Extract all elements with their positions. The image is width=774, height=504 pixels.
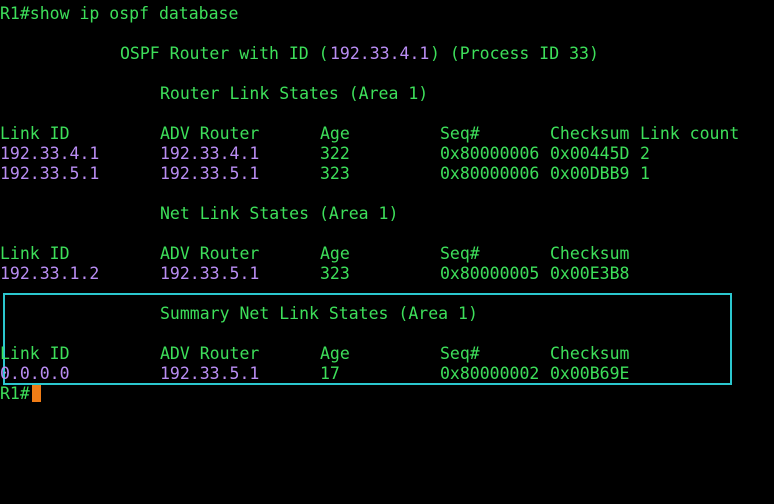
router-section-title: Router Link States (Area 1): [0, 84, 428, 104]
summary-section-title-text: Summary Net Link States (Area 1): [160, 304, 478, 323]
col-link-id: Link ID: [0, 124, 70, 143]
col-seq: Seq#: [440, 244, 480, 263]
cell-age: 323: [320, 164, 350, 183]
header-suffix: ) (Process ID 33): [430, 44, 599, 63]
cell-age: 322: [320, 144, 350, 163]
router-columns-header: Link ID ADV Router Age Seq# Checksum Lin…: [0, 124, 739, 144]
col-age: Age: [320, 344, 350, 363]
cell-seq: 0x80000006: [440, 144, 540, 163]
net-section-title-text: Net Link States (Area 1): [160, 204, 399, 223]
command-text: R1#show ip ospf database: [0, 4, 239, 23]
router-section-title-text: Router Link States (Area 1): [160, 84, 429, 103]
col-age: Age: [320, 124, 350, 143]
cell-adv-router: 192.33.5.1: [160, 264, 260, 283]
summary-columns-header: Link ID ADV Router Age Seq# Checksum: [0, 344, 629, 364]
header-prefix: OSPF Router with ID (: [120, 44, 329, 63]
cell-link-id: 0.0.0.0: [0, 364, 70, 383]
prompt-text: R1#: [0, 384, 30, 403]
cell-seq: 0x80000005: [440, 264, 540, 283]
col-link-id: Link ID: [0, 244, 70, 263]
cell-adv-router: 192.33.4.1: [160, 144, 260, 163]
col-checksum: Checksum: [550, 244, 630, 263]
cell-link-id: 192.33.5.1: [0, 164, 100, 183]
net-columns-header: Link ID ADV Router Age Seq# Checksum: [0, 244, 629, 264]
table-row: 192.33.1.2 192.33.5.1 323 0x80000005 0x0…: [0, 264, 629, 284]
table-row: 192.33.4.1 192.33.4.1 322 0x80000006 0x0…: [0, 144, 650, 164]
col-seq: Seq#: [440, 344, 480, 363]
col-seq: Seq#: [440, 124, 480, 143]
cell-checksum: 0x00445D: [550, 144, 630, 163]
col-adv-router: ADV Router: [160, 344, 260, 363]
terminal-window[interactable]: R1#show ip ospf database OSPF Router wit…: [0, 0, 774, 405]
col-checksum: Checksum: [550, 344, 630, 363]
cell-seq: 0x80000002: [440, 364, 540, 383]
cell-link-id: 192.33.1.2: [0, 264, 100, 283]
cell-checksum: 0x00E3B8: [550, 264, 630, 283]
cell-checksum: 0x00DBB9: [550, 164, 630, 183]
col-link-id: Link ID: [0, 344, 70, 363]
cell-adv-router: 192.33.5.1: [160, 164, 260, 183]
text-cursor: [32, 385, 41, 402]
summary-section-title: Summary Net Link States (Area 1): [0, 304, 478, 324]
net-section-title: Net Link States (Area 1): [0, 204, 398, 224]
col-link-count: Link count: [640, 124, 740, 143]
cell-seq: 0x80000006: [440, 164, 540, 183]
col-adv-router: ADV Router: [160, 124, 260, 143]
col-adv-router: ADV Router: [160, 244, 260, 263]
ospf-header: OSPF Router with ID ( 192.33.4.1 ) (Proc…: [0, 44, 599, 64]
cell-age: 17: [320, 364, 340, 383]
cell-checksum: 0x00B69E: [550, 364, 630, 383]
cell-link-count: 2: [640, 144, 650, 163]
cell-link-count: 1: [640, 164, 650, 183]
command-line: R1#show ip ospf database: [0, 4, 238, 24]
table-row: 0.0.0.0 192.33.5.1 17 0x80000002 0x00B69…: [0, 364, 629, 384]
col-checksum: Checksum: [550, 124, 630, 143]
cell-age: 323: [320, 264, 350, 283]
col-age: Age: [320, 244, 350, 263]
header-router-id: 192.33.4.1: [330, 44, 430, 63]
cell-adv-router: 192.33.5.1: [160, 364, 260, 383]
table-row: 192.33.5.1 192.33.5.1 323 0x80000006 0x0…: [0, 164, 650, 184]
cell-link-id: 192.33.4.1: [0, 144, 100, 163]
